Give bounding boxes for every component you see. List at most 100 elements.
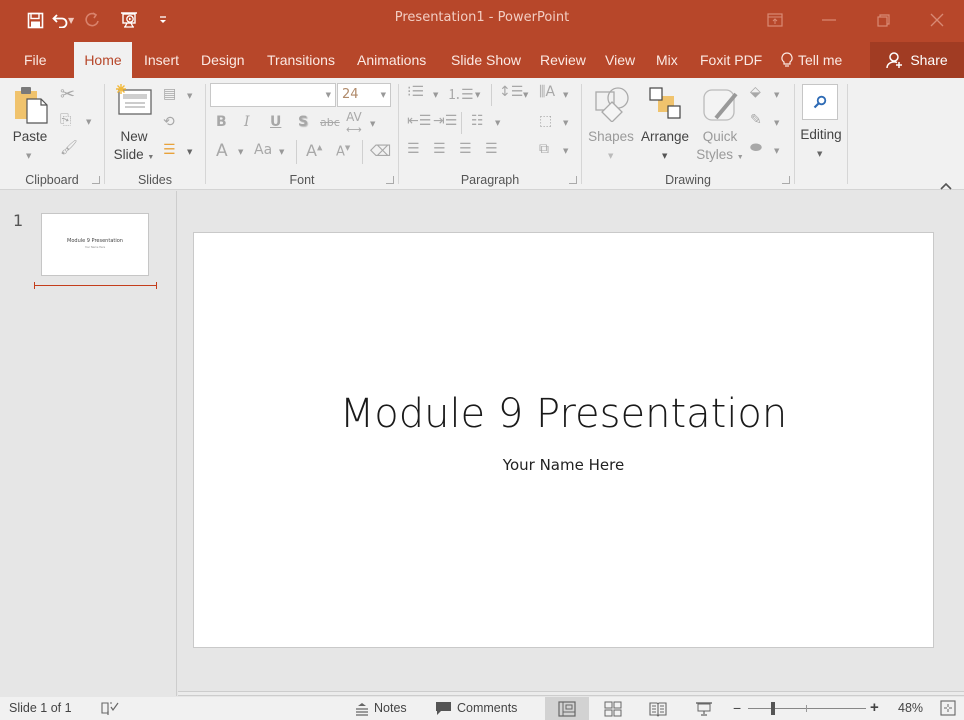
columns-dropdown-icon[interactable]: ▼ — [495, 119, 500, 127]
character-spacing-dropdown-icon[interactable]: ▼ — [370, 120, 375, 128]
reset-slide-icon[interactable]: ⟲ — [163, 114, 175, 130]
arrange-button[interactable]: Arrange ▼ — [638, 84, 692, 166]
bullets-dropdown-icon[interactable]: ▼ — [433, 91, 438, 99]
align-text-icon[interactable]: ⬚ — [539, 113, 552, 129]
text-direction-dropdown-icon[interactable]: ▼ — [563, 91, 568, 99]
font-name-combobox[interactable]: ▼ — [210, 83, 336, 107]
columns-icon[interactable]: ☷ — [471, 113, 484, 129]
copy-icon[interactable]: ⎘ — [60, 112, 71, 128]
fit-slide-to-window-button[interactable] — [940, 700, 957, 717]
decrease-font-size-icon[interactable]: A▼ — [336, 144, 350, 159]
shape-effects-icon[interactable]: ⬬ — [750, 140, 762, 156]
tab-review[interactable]: Review — [530, 42, 596, 78]
numbering-icon[interactable]: ⒈☰ — [447, 84, 474, 104]
tab-insert[interactable]: Insert — [134, 42, 189, 78]
minimize-icon[interactable] — [802, 0, 856, 40]
font-color-dropdown-icon[interactable]: ▼ — [238, 148, 243, 156]
section-icon[interactable]: ☰ — [163, 142, 176, 158]
shape-fill-dropdown-icon[interactable]: ▼ — [774, 91, 779, 99]
clear-formatting-icon[interactable]: ⌫ — [370, 142, 391, 160]
close-icon[interactable] — [910, 0, 964, 40]
shape-effects-dropdown-icon[interactable]: ▼ — [774, 147, 779, 155]
editing-button[interactable]: Editing ▼ — [797, 82, 845, 166]
layout-dropdown-icon[interactable]: ▼ — [187, 92, 192, 100]
current-slide[interactable]: Module 9 Presentation Your Name Here — [193, 232, 934, 648]
font-size-combobox[interactable]: 24 ▼ — [337, 83, 391, 107]
zoom-out-button[interactable]: − — [733, 701, 743, 715]
restore-icon[interactable] — [856, 0, 910, 40]
slide-show-view-button[interactable] — [682, 697, 726, 720]
tab-slide-show[interactable]: Slide Show — [441, 42, 531, 78]
shapes-button[interactable]: Shapes ▼ — [586, 84, 636, 166]
bold-button[interactable]: B — [216, 114, 227, 130]
font-launcher-icon[interactable] — [386, 176, 394, 184]
align-left-icon[interactable]: ☰ — [407, 141, 420, 157]
spell-check-icon[interactable] — [101, 697, 119, 720]
increase-indent-icon[interactable]: ⇥☰ — [433, 113, 457, 129]
paste-button[interactable]: Paste ▼ — [8, 84, 52, 164]
shape-outline-icon[interactable]: ✎ — [750, 112, 762, 128]
justify-icon[interactable]: ☰ — [485, 141, 498, 157]
normal-view-button[interactable] — [545, 697, 589, 720]
slide-sorter-view-button[interactable] — [591, 697, 635, 720]
zoom-level[interactable]: 48% — [898, 697, 923, 720]
change-case-dropdown-icon[interactable]: ▼ — [279, 148, 284, 156]
italic-button[interactable]: I — [244, 114, 250, 130]
slide-thumbnail[interactable]: Module 9 Presentation Your Name Here — [41, 213, 149, 276]
text-direction-icon[interactable]: ⫼A — [539, 84, 555, 100]
layout-icon[interactable]: ▤ — [163, 86, 176, 102]
new-slide-button[interactable]: New Slide ▼ — [111, 84, 157, 166]
new-slide-label-line2: Slide ▼ — [111, 146, 157, 167]
font-color-icon[interactable]: A — [216, 141, 228, 161]
slide-title-placeholder[interactable]: Module 9 Presentation — [194, 391, 933, 437]
comments-button[interactable]: Comments — [435, 697, 517, 720]
line-spacing-dropdown-icon[interactable]: ▼ — [523, 91, 528, 99]
tab-view[interactable]: View — [595, 42, 645, 78]
convert-to-smartart-icon[interactable]: ⧉ — [539, 141, 549, 157]
line-spacing-icon[interactable]: ↕☰ — [499, 84, 523, 100]
numbering-dropdown-icon[interactable]: ▼ — [475, 91, 480, 99]
collapse-ribbon-icon[interactable] — [940, 175, 954, 190]
copy-dropdown-icon[interactable]: ▼ — [86, 118, 91, 126]
drawing-group: Shapes ▼ Arrange ▼ Quick Styles ▼ ⬙ ▼ ✎ … — [582, 78, 794, 190]
slides-group: New Slide ▼ ▤ ▼ ⟲ ☰ ▼ Slides — [105, 78, 205, 190]
share-button[interactable]: Share — [870, 42, 964, 78]
decrease-indent-icon[interactable]: ⇤☰ — [407, 113, 431, 129]
notes-button[interactable]: Notes — [355, 697, 407, 720]
drawing-launcher-icon[interactable] — [782, 176, 790, 184]
horizontal-scrollbar[interactable] — [178, 691, 964, 696]
format-painter-icon[interactable]: 🖌 — [60, 140, 78, 156]
zoom-in-button[interactable]: + — [870, 700, 882, 716]
zoom-slider-thumb[interactable] — [771, 702, 775, 715]
increase-font-size-icon[interactable]: A▲ — [306, 141, 322, 160]
cut-icon[interactable]: ✂ — [60, 84, 75, 105]
character-spacing-button[interactable]: AV ⟷ — [346, 111, 362, 136]
underline-button[interactable]: U — [270, 114, 281, 130]
clipboard-launcher-icon[interactable] — [92, 176, 100, 184]
align-text-dropdown-icon[interactable]: ▼ — [563, 119, 568, 127]
align-right-icon[interactable]: ☰ — [459, 141, 472, 157]
reading-view-button[interactable] — [636, 697, 680, 720]
tab-design[interactable]: Design — [191, 42, 255, 78]
tab-animations[interactable]: Animations — [347, 42, 436, 78]
bullets-icon[interactable]: ⁝☰ — [407, 84, 424, 100]
tell-me-search[interactable]: Tell me — [771, 42, 852, 78]
strikethrough-button[interactable]: abc — [320, 116, 340, 129]
align-center-icon[interactable]: ☰ — [433, 141, 446, 157]
tab-file[interactable]: File — [14, 42, 57, 78]
slide-subtitle-placeholder[interactable]: Your Name Here — [194, 456, 933, 474]
tab-foxit-pdf[interactable]: Foxit PDF — [690, 42, 772, 78]
smartart-dropdown-icon[interactable]: ▼ — [563, 147, 568, 155]
quick-styles-button[interactable]: Quick Styles ▼ — [694, 84, 746, 166]
ribbon-display-options-icon[interactable] — [748, 0, 802, 40]
shape-outline-dropdown-icon[interactable]: ▼ — [774, 119, 779, 127]
tab-home[interactable]: Home — [74, 42, 132, 78]
zoom-slider-track[interactable] — [748, 708, 866, 709]
tab-mix[interactable]: Mix — [646, 42, 688, 78]
paragraph-launcher-icon[interactable] — [569, 176, 577, 184]
tab-transitions[interactable]: Transitions — [257, 42, 345, 78]
section-dropdown-icon[interactable]: ▼ — [187, 148, 192, 156]
change-case-icon[interactable]: Aa — [254, 142, 272, 158]
shape-fill-icon[interactable]: ⬙ — [750, 84, 761, 100]
text-shadow-button[interactable]: S — [298, 114, 308, 130]
